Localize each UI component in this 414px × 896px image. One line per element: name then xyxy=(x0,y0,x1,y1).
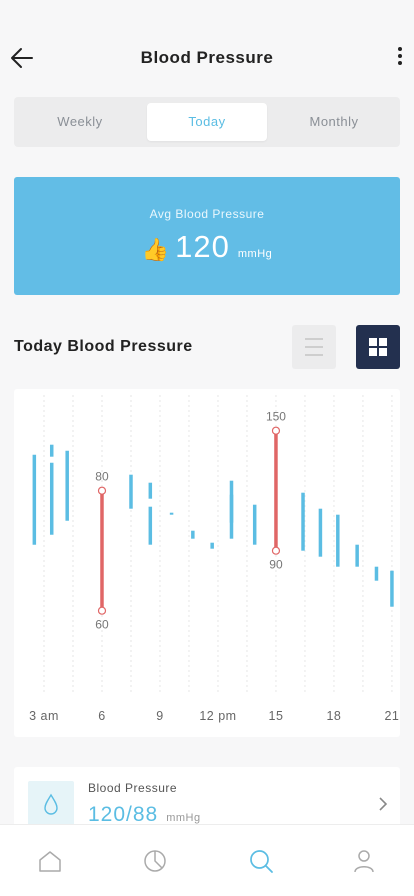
chart-svg: 80 60 150 90 3 am 6 9 12 pm 15 18 21 xyxy=(29,395,399,723)
highlight-high-marker xyxy=(97,486,107,495)
tab-weekly[interactable]: Weekly xyxy=(20,103,140,141)
tab-search[interactable] xyxy=(247,847,275,875)
pie-chart-icon xyxy=(144,850,166,872)
home-icon xyxy=(39,851,61,872)
x-tick-label: 6 xyxy=(98,709,105,723)
avg-blood-pressure-banner: Avg Blood Pressure 👍 120 mmHg xyxy=(14,177,400,295)
more-icon-dot xyxy=(398,54,402,58)
tab-home[interactable] xyxy=(36,847,64,875)
card-unit: mmHg xyxy=(166,812,201,824)
x-tick-label: 15 xyxy=(269,709,284,723)
page-title: Blood Pressure xyxy=(140,48,274,67)
tab-stats[interactable] xyxy=(141,847,169,875)
avg-unit: mmHg xyxy=(237,248,273,260)
data-label-low: 90 xyxy=(269,558,283,572)
data-label-high: 150 xyxy=(266,410,286,424)
profile-icon xyxy=(354,850,374,873)
highlight-low-marker xyxy=(97,606,107,615)
drop-icon xyxy=(44,793,58,815)
header: Blood Pressure xyxy=(0,0,414,100)
tab-today[interactable]: Today xyxy=(147,103,267,141)
grid-view-button[interactable] xyxy=(356,325,400,369)
x-tick-label: 3 am xyxy=(29,709,59,723)
x-tick-label: 21 xyxy=(384,709,399,723)
more-options-button[interactable] xyxy=(392,44,408,72)
drop-icon-box xyxy=(28,781,74,827)
list-icon xyxy=(305,338,323,356)
x-tick-label: 18 xyxy=(326,709,341,723)
card-label: Blood Pressure xyxy=(88,781,178,795)
avg-value-row: 👍 120 mmHg xyxy=(14,229,400,265)
data-label-low: 60 xyxy=(95,618,109,632)
avg-value: 120 xyxy=(175,229,230,264)
blood-pressure-chart: 80 60 150 90 3 am 6 9 12 pm 15 18 21 xyxy=(14,389,400,737)
x-tick-label: 9 xyxy=(156,709,163,723)
period-segmented-control: Weekly Today Monthly xyxy=(14,97,400,147)
tab-monthly[interactable]: Monthly xyxy=(274,103,394,141)
highlight-low-marker xyxy=(271,546,281,555)
data-label-high: 80 xyxy=(95,470,109,484)
thumbs-up-icon: 👍 xyxy=(141,238,170,263)
x-tick-label: 12 pm xyxy=(199,709,236,723)
highlight-high-marker xyxy=(271,426,281,435)
tab-profile[interactable] xyxy=(350,847,378,875)
more-icon-dot xyxy=(398,47,402,51)
avg-label: Avg Blood Pressure xyxy=(149,207,265,221)
bottom-tab-bar xyxy=(0,824,414,896)
search-icon xyxy=(250,850,273,873)
list-view-button[interactable] xyxy=(292,325,336,369)
chevron-right-icon xyxy=(376,795,390,813)
more-icon-dot xyxy=(398,61,402,65)
section-title: Today Blood Pressure xyxy=(14,338,193,355)
grid-icon xyxy=(369,338,387,356)
